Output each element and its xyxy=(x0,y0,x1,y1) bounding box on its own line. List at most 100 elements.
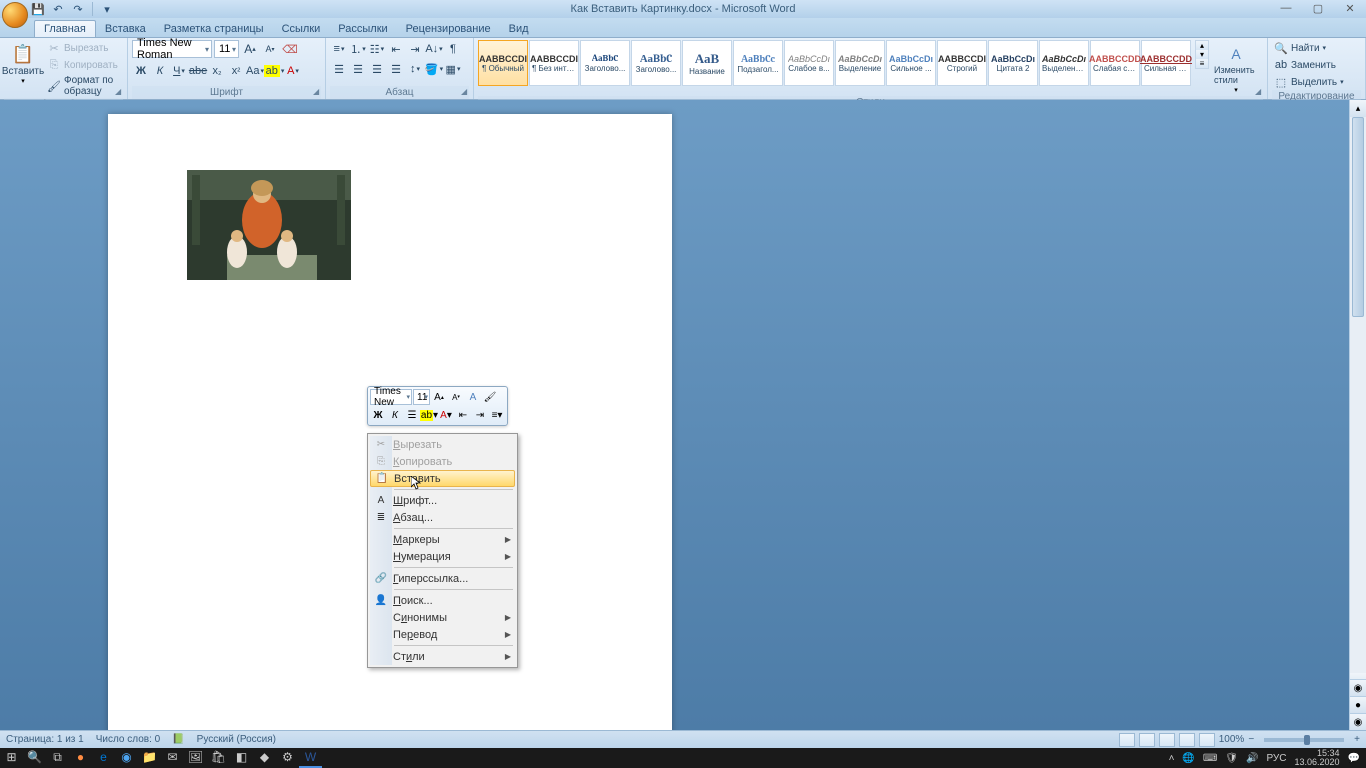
cut-button[interactable]: ✂Вырезать xyxy=(45,40,123,56)
find-button[interactable]: 🔍Найти ▾ xyxy=(1272,40,1346,56)
defender-icon[interactable]: 🛡 xyxy=(1225,753,1238,764)
menu-item[interactable]: 📋Вставить xyxy=(370,470,515,487)
undo-button[interactable]: ↶ xyxy=(50,1,66,17)
menu-item[interactable]: ≣Абзац... xyxy=(370,509,515,526)
styles-dialog-launcher[interactable]: ◢ xyxy=(1255,87,1265,97)
outline-view[interactable] xyxy=(1179,733,1195,747)
paste-button[interactable]: 📋 Вставить ▾ xyxy=(4,40,42,87)
clock[interactable]: 15:34 13.06.2020 xyxy=(1295,749,1340,767)
mini-decrease-indent[interactable]: ⇤ xyxy=(455,407,471,423)
line-spacing-button[interactable]: ↕ xyxy=(406,60,424,78)
web-layout-view[interactable] xyxy=(1159,733,1175,747)
menu-item[interactable]: 🔗Гиперссылка... xyxy=(370,570,515,587)
menu-item[interactable]: Стили▶ xyxy=(370,648,515,665)
style-item[interactable]: АаBbСсDıВыделенн... xyxy=(1039,40,1089,86)
style-item[interactable]: АаBbСсDıСлабое в... xyxy=(784,40,834,86)
edge-button[interactable]: e xyxy=(92,748,115,768)
scroll-up-button[interactable]: ▴ xyxy=(1350,100,1366,117)
format-painter-button[interactable]: 🖌Формат по образцу xyxy=(45,74,123,98)
style-item[interactable]: ААBBССDDСлабая сс... xyxy=(1090,40,1140,86)
page-indicator[interactable]: Страница: 1 из 1 xyxy=(6,734,84,745)
mini-italic[interactable]: К xyxy=(387,407,403,423)
task-view-button[interactable]: ⧉ xyxy=(46,748,69,768)
menu-item[interactable]: Синонимы▶ xyxy=(370,609,515,626)
change-styles-button[interactable]: A Изменить стили ▾ xyxy=(1212,40,1260,96)
mini-font-color[interactable]: A▾ xyxy=(438,407,454,423)
zoom-in-button[interactable]: + xyxy=(1354,734,1360,745)
subscript-button[interactable]: x₂ xyxy=(208,62,226,80)
styles-gallery[interactable]: AABBCCDI¶ ОбычныйAABBCCDI¶ Без инте...Аа… xyxy=(478,40,1192,86)
style-item[interactable]: АаВНазвание xyxy=(682,40,732,86)
styles-scroll-up[interactable]: ▴ xyxy=(1196,41,1208,50)
prev-page-button[interactable]: ◉ xyxy=(1350,679,1366,696)
font-name-combo[interactable]: Times New Roman xyxy=(132,40,212,58)
app2-button[interactable]: ◆ xyxy=(253,748,276,768)
browse-object-button[interactable]: ● xyxy=(1350,696,1366,713)
scroll-thumb[interactable] xyxy=(1352,117,1364,317)
strikethrough-button[interactable]: abe xyxy=(189,62,207,80)
tab-mailings[interactable]: Рассылки xyxy=(329,21,396,37)
superscript-button[interactable]: x² xyxy=(227,62,245,80)
justify-button[interactable]: ☰ xyxy=(387,60,405,78)
draft-view[interactable] xyxy=(1199,733,1215,747)
save-button[interactable]: 💾 xyxy=(30,1,46,17)
font-color-button[interactable]: A xyxy=(284,62,302,80)
style-item[interactable]: AABBCCDI¶ Без инте... xyxy=(529,40,579,86)
mini-format-painter[interactable]: 🖌 xyxy=(482,389,498,405)
numbering-button[interactable]: ⒈ xyxy=(349,40,367,58)
menu-item[interactable]: Нумерация▶ xyxy=(370,548,515,565)
full-screen-view[interactable] xyxy=(1139,733,1155,747)
style-item[interactable]: ААBBССDDСильная с... xyxy=(1141,40,1191,86)
bold-button[interactable]: Ж xyxy=(132,62,150,80)
clear-formatting-button[interactable]: ⌫ xyxy=(281,40,299,58)
search-button[interactable]: 🔍 xyxy=(23,748,46,768)
style-item[interactable]: АаBbCЗаголово... xyxy=(580,40,630,86)
zoom-slider[interactable] xyxy=(1264,738,1344,742)
italic-button[interactable]: К xyxy=(151,62,169,80)
change-case-button[interactable]: Aa xyxy=(246,62,264,80)
highlight-button[interactable]: ab xyxy=(265,62,283,80)
tab-home[interactable]: Главная xyxy=(34,20,96,37)
notifications-button[interactable]: 💬 xyxy=(1348,753,1360,764)
mail-button[interactable]: ✉ xyxy=(161,748,184,768)
multilevel-button[interactable]: ☷ xyxy=(368,40,386,58)
style-item[interactable]: AABBCCDIСтрогий xyxy=(937,40,987,86)
word-button[interactable]: W xyxy=(299,748,322,768)
tab-references[interactable]: Ссылки xyxy=(273,21,330,37)
grow-font-button[interactable]: A▴ xyxy=(241,40,259,58)
style-item[interactable]: АаBbСсDıВыделение xyxy=(835,40,885,86)
office-button[interactable] xyxy=(2,2,28,28)
copy-button[interactable]: ⎘Копировать xyxy=(45,57,123,73)
inserted-image[interactable] xyxy=(187,170,351,280)
mini-shrink-font[interactable]: A▾ xyxy=(448,389,464,405)
tab-layout[interactable]: Разметка страницы xyxy=(155,21,273,37)
minimize-button[interactable]: — xyxy=(1274,0,1298,16)
tab-insert[interactable]: Вставка xyxy=(96,21,155,37)
tray-up-icon[interactable]: ˄ xyxy=(1169,753,1175,764)
shading-button[interactable]: 🪣 xyxy=(425,60,443,78)
shrink-font-button[interactable]: A▾ xyxy=(261,40,279,58)
replace-button[interactable]: abЗаменить xyxy=(1272,57,1346,73)
network-icon[interactable]: 🌐 xyxy=(1182,753,1194,764)
photo-button[interactable]: 🖼 xyxy=(184,748,207,768)
menu-item[interactable]: Перевод▶ xyxy=(370,626,515,643)
underline-button[interactable]: Ч xyxy=(170,62,188,80)
word-count[interactable]: Число слов: 0 xyxy=(96,734,160,745)
tab-view[interactable]: Вид xyxy=(500,21,538,37)
align-right-button[interactable]: ☰ xyxy=(368,60,386,78)
app-button[interactable]: ◧ xyxy=(230,748,253,768)
print-layout-view[interactable] xyxy=(1119,733,1135,747)
style-item[interactable]: AABBCCDI¶ Обычный xyxy=(478,40,528,86)
zoom-out-button[interactable]: − xyxy=(1248,734,1254,745)
close-button[interactable]: ✕ xyxy=(1338,0,1362,16)
language-indicator[interactable]: Русский (Россия) xyxy=(197,734,276,745)
align-center-button[interactable]: ☰ xyxy=(349,60,367,78)
decrease-indent-button[interactable]: ⇤ xyxy=(387,40,405,58)
maximize-button[interactable]: ▢ xyxy=(1306,0,1330,16)
tab-review[interactable]: Рецензирование xyxy=(397,21,500,37)
menu-item[interactable]: Маркеры▶ xyxy=(370,531,515,548)
style-item[interactable]: АаBbСсDıСильное ... xyxy=(886,40,936,86)
redo-button[interactable]: ↷ xyxy=(70,1,86,17)
increase-indent-button[interactable]: ⇥ xyxy=(406,40,424,58)
settings-button[interactable]: ⚙ xyxy=(276,748,299,768)
